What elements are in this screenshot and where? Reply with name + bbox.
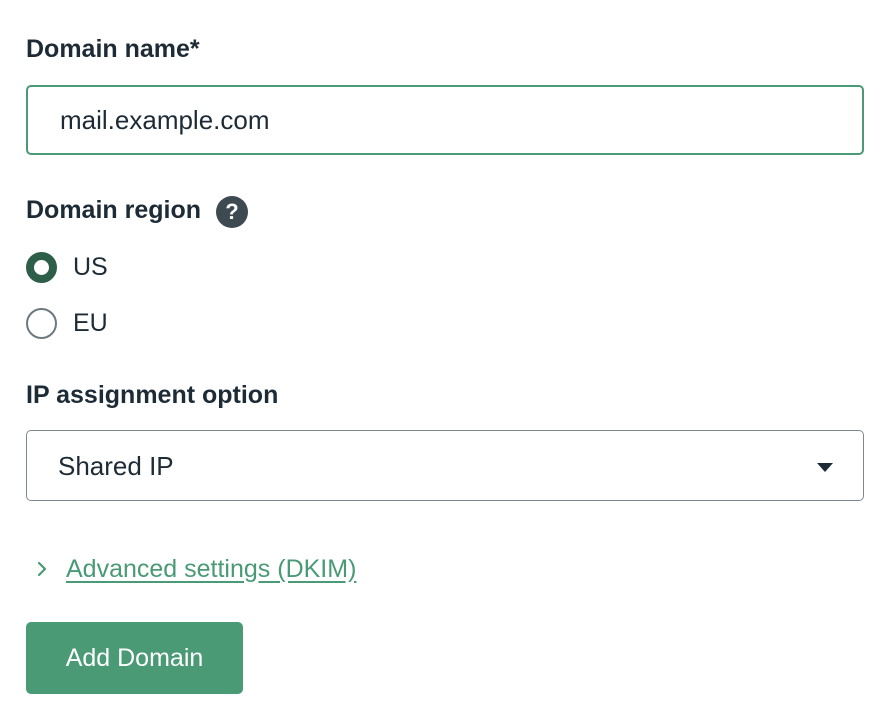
advanced-settings-link[interactable]: Advanced settings (DKIM): [66, 555, 356, 584]
domain-name-label: Domain name*: [26, 35, 200, 63]
radio-eu-label[interactable]: EU: [73, 309, 108, 338]
caret-down-icon[interactable]: [817, 463, 833, 472]
ip-assignment-label: IP assignment option: [26, 381, 279, 409]
advanced-settings-toggle[interactable]: Advanced settings (DKIM): [26, 554, 356, 584]
domain-region-label: Domain region: [26, 196, 202, 224]
domain-name-input[interactable]: [26, 85, 864, 155]
ip-assignment-select[interactable]: Shared IP: [26, 430, 864, 501]
region-option-eu[interactable]: EU: [26, 306, 108, 340]
region-option-us[interactable]: US: [26, 250, 108, 284]
chevron-right-icon[interactable]: [28, 554, 58, 584]
radio-us[interactable]: [26, 251, 57, 283]
ip-assignment-selected-value[interactable]: Shared IP: [58, 451, 174, 482]
radio-eu[interactable]: [26, 307, 57, 339]
radio-us-label[interactable]: US: [73, 253, 108, 282]
help-icon[interactable]: ?: [216, 196, 248, 228]
add-domain-button[interactable]: Add Domain: [26, 622, 243, 694]
